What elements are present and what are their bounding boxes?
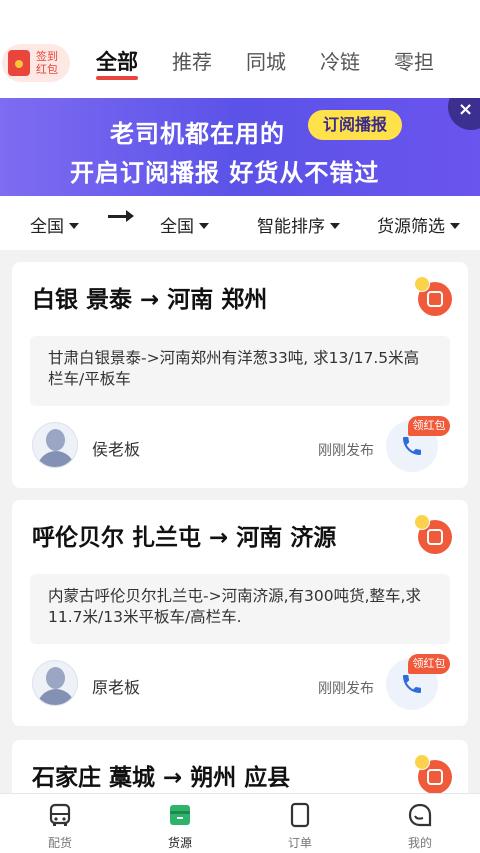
banner-line1: 老司机都在用的 — [110, 120, 285, 148]
order-icon — [290, 802, 310, 828]
filter-bar: 全国 全国 智能排序 货源筛选 — [0, 196, 480, 250]
caret-down-icon — [199, 223, 209, 229]
nav-label: 配货 — [47, 836, 72, 850]
origin-filter[interactable]: 全国 — [30, 212, 79, 237]
tab-all[interactable]: 全部 — [96, 46, 138, 80]
truck-icon — [49, 803, 71, 826]
sort-filter[interactable]: 智能排序 — [257, 212, 340, 237]
cargo-card[interactable]: 白银 景泰 → 河南 郑州 甘肃白银景泰->河南郑州有洋葱33吨, 求13/17… — [12, 262, 468, 488]
avatar — [32, 422, 78, 468]
share-reward-button[interactable] — [414, 276, 452, 316]
nav-orders[interactable]: 订单 — [260, 794, 340, 853]
cargo-card[interactable]: 石家庄 藁城 → 朔州 应县 — [12, 740, 468, 800]
arrow-right-icon — [108, 210, 134, 222]
cargo-filter[interactable]: 货源筛选 — [377, 212, 460, 237]
publish-time: 刚刚发布 — [318, 443, 374, 459]
owner-name: 侯老板 — [92, 440, 141, 459]
checkin-label: 签到红包 — [36, 50, 58, 76]
phone-icon — [403, 437, 421, 455]
share-icon — [427, 291, 443, 307]
profile-icon — [408, 803, 432, 827]
close-icon: × — [458, 99, 474, 120]
destination-label: 全国 — [160, 217, 194, 237]
nav-profile[interactable]: 我的 — [380, 794, 460, 853]
route-title: 呼伦贝尔 扎兰屯 → 河南 济源 — [32, 525, 337, 551]
origin-label: 全国 — [30, 217, 64, 237]
category-tabs: 全部 推荐 同城 冷链 零担 — [96, 46, 468, 80]
avatar — [32, 660, 78, 706]
cargo-description: 甘肃白银景泰->河南郑州有洋葱33吨, 求13/17.5米高栏车/平板车 — [30, 336, 450, 406]
cargo-box-icon — [170, 805, 190, 825]
cargo-description: 内蒙古呼伦贝尔扎兰屯->河南济源,有300吨货,整车,求11.7米/13米平板车… — [30, 574, 450, 644]
nav-dispatch[interactable]: 配货 — [20, 794, 100, 853]
banner-close-button[interactable]: × — [448, 98, 480, 130]
top-bar: 签到红包 全部 推荐 同城 冷链 零担 — [0, 0, 480, 98]
publish-time: 刚刚发布 — [318, 681, 374, 697]
owner-name: 原老板 — [92, 678, 141, 697]
route-title: 白银 景泰 → 河南 郑州 — [32, 287, 268, 313]
nav-cargo[interactable]: 货源 — [140, 794, 220, 853]
subscribe-banner[interactable]: 老司机都在用的 订阅播报 开启订阅播报 好货从不错过 × — [0, 98, 480, 196]
nav-label: 我的 — [407, 836, 432, 850]
share-icon — [427, 769, 443, 785]
share-reward-button[interactable] — [414, 514, 452, 554]
sort-label: 智能排序 — [257, 217, 325, 237]
banner-line2: 开启订阅播报 好货从不错过 — [70, 159, 380, 187]
tab-ltl[interactable]: 零担 — [394, 46, 434, 80]
nav-label: 订单 — [287, 836, 312, 850]
share-reward-button[interactable] — [414, 754, 452, 794]
caret-down-icon — [69, 223, 79, 229]
coin-icon — [414, 276, 430, 292]
red-envelope-icon — [8, 50, 30, 76]
subscribe-broadcast-button[interactable]: 订阅播报 — [308, 110, 402, 140]
caret-down-icon — [330, 223, 340, 229]
phone-icon — [403, 675, 421, 693]
red-packet-badge[interactable]: 领红包 — [408, 654, 450, 674]
route-title: 石家庄 藁城 → 朔州 应县 — [32, 765, 291, 791]
tab-cold-chain[interactable]: 冷链 — [320, 46, 360, 80]
red-packet-badge[interactable]: 领红包 — [408, 416, 450, 436]
cargo-card[interactable]: 呼伦贝尔 扎兰屯 → 河南 济源 内蒙古呼伦贝尔扎兰屯->河南济源,有300吨货… — [12, 500, 468, 726]
checkin-red-packet-button[interactable]: 签到红包 — [2, 44, 70, 82]
share-icon — [427, 529, 443, 545]
bottom-nav: 配货 货源 订单 我的 — [0, 793, 480, 853]
tab-same-city[interactable]: 同城 — [246, 46, 286, 80]
cargo-filter-label: 货源筛选 — [377, 217, 445, 237]
coin-icon — [414, 754, 430, 770]
tab-recommend[interactable]: 推荐 — [172, 46, 212, 80]
destination-filter[interactable]: 全国 — [160, 212, 209, 237]
nav-label: 货源 — [167, 836, 192, 850]
coin-icon — [414, 514, 430, 530]
caret-down-icon — [450, 223, 460, 229]
